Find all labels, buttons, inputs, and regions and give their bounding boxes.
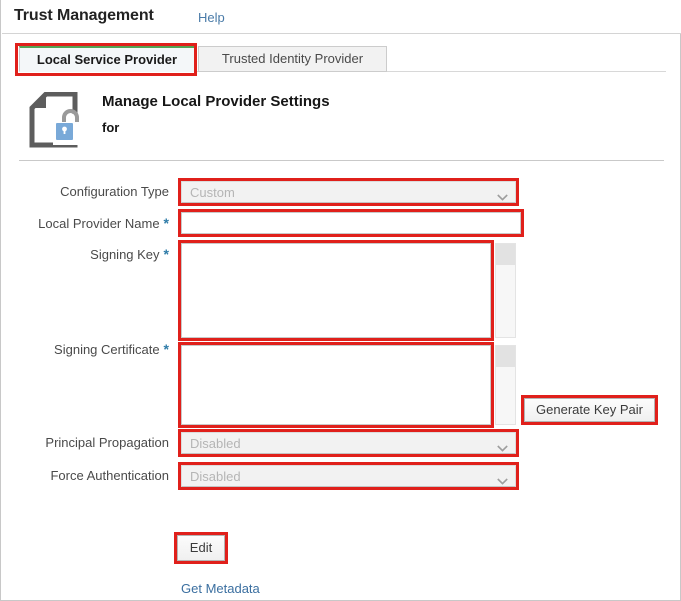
label-principal-propagation-text: Principal Propagation (45, 435, 169, 450)
page-frame: Trust Management Help Local Service Prov… (0, 0, 681, 601)
document-lock-icon (29, 91, 83, 148)
tab-strip: Local Service Provider Trusted Identity … (2, 35, 681, 83)
force-authentication-value: Disabled (190, 469, 241, 484)
chevron-down-icon (497, 473, 508, 485)
chevron-down-icon (497, 189, 508, 201)
label-signing-certificate-text: Signing Certificate (54, 342, 160, 357)
label-principal-propagation: Principal Propagation (1, 435, 169, 450)
label-local-provider-name: Local Provider Name * (1, 215, 169, 231)
configuration-type-dropdown[interactable]: Custom (181, 181, 516, 203)
edit-button[interactable]: Edit (177, 535, 225, 561)
page-title: Trust Management (14, 7, 154, 24)
header-bar: Trust Management Help (2, 0, 681, 34)
force-authentication-dropdown[interactable]: Disabled (181, 465, 516, 487)
get-metadata-link[interactable]: Get Metadata (181, 581, 260, 596)
label-signing-certificate: Signing Certificate * (1, 341, 169, 357)
label-force-authentication-text: Force Authentication (50, 468, 169, 483)
label-signing-key: Signing Key * (1, 246, 169, 262)
principal-propagation-dropdown[interactable]: Disabled (181, 432, 516, 454)
heading-block: Manage Local Provider Settings for (19, 90, 665, 158)
configuration-type-value: Custom (190, 185, 235, 200)
signing-key-textarea[interactable] (181, 243, 491, 338)
signing-certificate-scrollbar-thumb[interactable] (496, 346, 515, 367)
help-link[interactable]: Help (198, 10, 225, 25)
signing-certificate-textarea[interactable] (181, 345, 491, 425)
signing-certificate-scrollbar[interactable] (495, 345, 516, 425)
heading-subtitle: for (102, 120, 120, 135)
label-force-authentication: Force Authentication (1, 468, 169, 483)
required-marker-signing-certificate: * (163, 341, 169, 357)
signing-key-scrollbar-thumb[interactable] (496, 244, 515, 265)
heading-title: Manage Local Provider Settings (102, 93, 330, 110)
required-marker-signing-key: * (163, 246, 169, 262)
label-signing-key-text: Signing Key (90, 247, 160, 262)
tab-trusted-identity-provider[interactable]: Trusted Identity Provider (198, 46, 387, 72)
heading-divider (19, 160, 664, 161)
generate-key-pair-button[interactable]: Generate Key Pair (524, 398, 655, 422)
local-provider-name-input[interactable] (181, 212, 521, 234)
label-configuration-type-text: Configuration Type (60, 184, 169, 199)
principal-propagation-value: Disabled (190, 436, 241, 451)
required-marker-local-provider-name: * (163, 215, 169, 231)
tab-local-service-provider[interactable]: Local Service Provider (19, 46, 195, 72)
chevron-down-icon (497, 440, 508, 452)
signing-key-scrollbar[interactable] (495, 243, 516, 338)
label-configuration-type: Configuration Type (1, 184, 169, 199)
label-local-provider-name-text: Local Provider Name (38, 216, 160, 231)
